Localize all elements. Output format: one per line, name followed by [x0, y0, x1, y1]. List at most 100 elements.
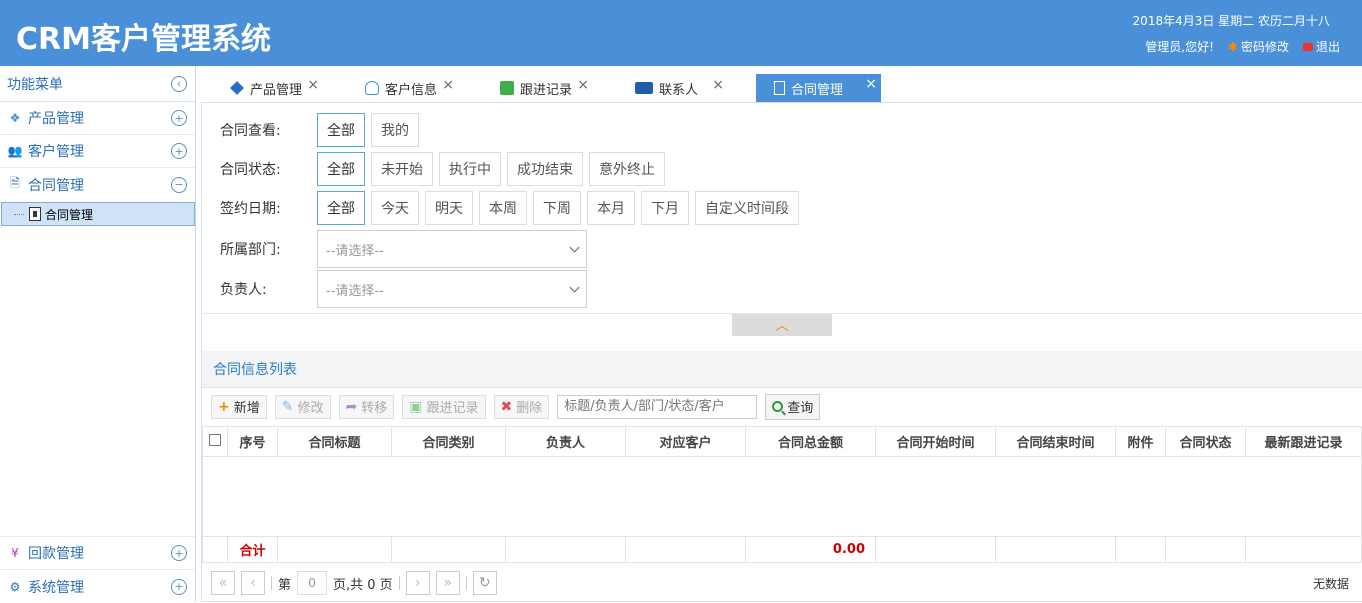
column-header[interactable]: 合同标题 — [277, 426, 392, 457]
sidebar-item-system[interactable]: ⚙ 系统管理 + — [0, 570, 195, 603]
transfer-button[interactable]: ➦ 转移 — [338, 394, 395, 419]
tab-followup[interactable]: 跟进记录 × — [472, 74, 607, 102]
user-icon — [365, 81, 379, 95]
close-icon[interactable]: × — [712, 77, 724, 93]
column-header[interactable]: 合同结束时间 — [995, 426, 1116, 457]
filter-option[interactable]: 今天 — [371, 191, 419, 225]
filter-option[interactable]: 全部 — [317, 191, 365, 225]
filter-option[interactable]: 明天 — [425, 191, 473, 225]
tab-label: 跟进记录 — [520, 82, 573, 98]
filter-option[interactable]: 未开始 — [371, 152, 433, 186]
column-header[interactable]: 附件 — [1115, 426, 1166, 457]
collapse-sidebar-icon[interactable]: ‹ — [171, 75, 187, 92]
filter-option[interactable]: 下月 — [641, 191, 689, 225]
summary-cell — [391, 536, 506, 563]
followup-button[interactable]: ▣ 跟进记录 — [402, 394, 486, 419]
close-icon[interactable]: × — [307, 77, 319, 93]
sidebar-item-label: 回款管理 — [28, 546, 84, 562]
collapse-filters-button[interactable]: ︿ — [732, 314, 832, 336]
expand-icon[interactable]: + — [171, 545, 187, 561]
button-label: 查询 — [787, 401, 814, 416]
edit-button[interactable]: ✎ 修改 — [274, 394, 331, 419]
page-number-input[interactable]: 0 — [297, 571, 328, 595]
query-button[interactable]: 查询 — [765, 393, 821, 420]
button-label: 跟进记录 — [426, 401, 479, 416]
sidebar-header: 功能菜单 ‹ — [0, 66, 195, 102]
sidebar-bottom: ¥ 回款管理 + ⚙ 系统管理 + — [0, 536, 195, 603]
department-select[interactable]: --请选择-- — [317, 230, 587, 268]
sidebar-item-products[interactable]: ❖ 产品管理 + — [0, 102, 195, 135]
tab-contacts[interactable]: 联系人 × — [607, 74, 742, 102]
header-date: 2018年4月3日 星期二 农历二月十八 — [1132, 14, 1330, 28]
expand-icon[interactable]: + — [171, 110, 187, 126]
column-header[interactable]: 合同状态 — [1165, 426, 1246, 457]
select-all-checkbox[interactable] — [202, 426, 228, 457]
no-data-text: 无数据 — [1312, 577, 1349, 591]
id-card-icon — [635, 82, 653, 94]
document-icon: 🗎 — [10, 176, 20, 190]
main-content: 合同查看: 全部 我的 合同状态: 全部 未开始 执行中 成功结束 意外终止 签… — [201, 102, 1362, 602]
clipboard-icon — [500, 81, 514, 95]
cube-icon — [230, 81, 244, 95]
column-header[interactable]: 负责人 — [505, 426, 626, 457]
select-placeholder: --请选择-- — [326, 283, 384, 299]
sidebar-item-contracts[interactable]: 🗎 合同管理 − — [0, 168, 195, 201]
filter-option[interactable]: 本月 — [587, 191, 635, 225]
empty-cell — [202, 456, 1362, 537]
tab-products[interactable]: 产品管理 × — [202, 74, 337, 102]
search-icon — [772, 401, 784, 412]
last-page-button[interactable]: » — [435, 571, 460, 595]
first-page-button[interactable]: « — [211, 571, 235, 595]
column-header[interactable]: 对应客户 — [625, 426, 746, 457]
sidebar-item-payments[interactable]: ¥ 回款管理 + — [0, 537, 195, 570]
column-header[interactable]: 合同开始时间 — [875, 426, 996, 457]
next-page-button[interactable]: › — [405, 571, 430, 595]
delete-button[interactable]: ✖ 删除 — [493, 394, 550, 419]
filter-option[interactable]: 自定义时间段 — [695, 191, 799, 225]
filter-owner-row: 负责人: --请选择-- — [220, 270, 587, 308]
filter-option-all[interactable]: 全部 — [317, 113, 365, 147]
share-icon: ➦ — [345, 398, 358, 415]
summary-cell — [1165, 536, 1246, 563]
summary-cell — [505, 536, 626, 563]
collapse-icon[interactable]: − — [171, 176, 187, 193]
column-header[interactable]: 最新跟进记录 — [1245, 426, 1362, 457]
close-icon[interactable]: × — [442, 77, 454, 93]
exit-icon — [1302, 42, 1313, 51]
sidebar-subitem-contract-management[interactable]: 合同管理 — [1, 202, 195, 226]
filter-option[interactable]: 成功结束 — [507, 152, 583, 186]
add-button[interactable]: + 新增 — [211, 394, 267, 419]
logout-link[interactable]: 退出 — [1302, 38, 1340, 55]
change-password-link[interactable]: ✱ 密码修改 — [1228, 38, 1289, 55]
column-header[interactable]: 合同总金额 — [745, 426, 876, 457]
close-icon[interactable]: × — [865, 76, 877, 92]
filter-option[interactable]: 下周 — [533, 191, 581, 225]
filter-option[interactable]: 本周 — [479, 191, 527, 225]
sidebar-item-label: 系统管理 — [28, 579, 84, 596]
prev-page-button[interactable]: ‹ — [241, 571, 265, 595]
summary-cell — [875, 536, 996, 563]
filter-option[interactable]: 意外终止 — [589, 152, 665, 186]
search-input[interactable] — [557, 394, 758, 419]
change-password-label: 密码修改 — [1240, 40, 1289, 54]
filter-option[interactable]: 全部 — [317, 152, 365, 186]
filter-option[interactable]: 执行中 — [439, 152, 501, 186]
sidebar-item-customers[interactable]: 👥 客户管理 + — [0, 135, 195, 168]
owner-select[interactable]: --请选择-- — [317, 270, 587, 308]
expand-icon[interactable]: + — [171, 143, 187, 159]
filter-option-mine[interactable]: 我的 — [371, 113, 419, 147]
summary-cell — [1115, 536, 1166, 563]
tab-contract-management[interactable]: 合同管理 × — [756, 74, 881, 102]
close-icon[interactable]: × — [577, 77, 589, 93]
greeting-text: 管理员,您好! — [1145, 40, 1214, 54]
empty-body — [202, 456, 1362, 537]
refresh-icon[interactable]: ↻ — [472, 571, 497, 595]
filter-label: 所属部门: — [220, 242, 281, 258]
tab-customer-info[interactable]: 客户信息 × — [337, 74, 472, 102]
filter-label: 合同查看: — [220, 123, 281, 139]
column-header[interactable]: 序号 — [227, 426, 278, 457]
column-header[interactable]: 合同类别 — [391, 426, 506, 457]
expand-icon[interactable]: + — [171, 578, 187, 595]
list-toolbar: + 新增 ✎ 修改 ➦ 转移 ▣ 跟进记录 ✖ 删除 查询 — [202, 387, 1362, 425]
list-title: 合同信息列表 — [202, 351, 1362, 387]
